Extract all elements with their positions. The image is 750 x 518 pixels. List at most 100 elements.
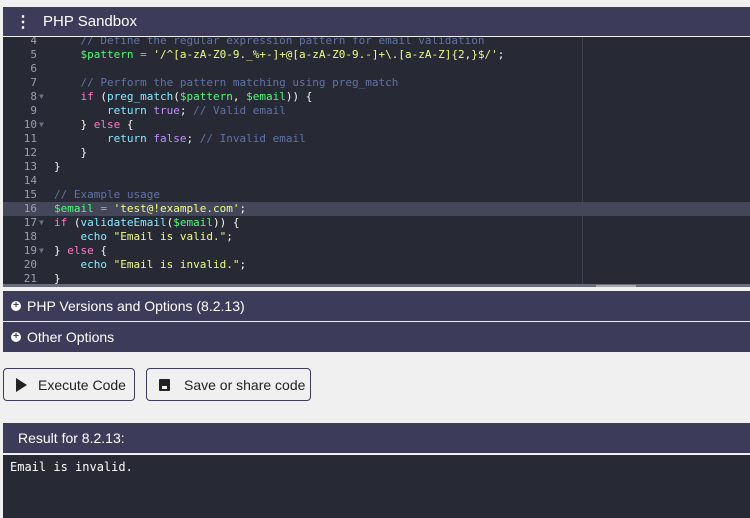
result-title: Result for 8.2.13:: [18, 430, 125, 446]
code-token: return: [106, 104, 147, 117]
code-line[interactable]: 18 echo "Email is valid.";: [3, 230, 750, 244]
code-text: return true; // Valid email: [54, 104, 286, 118]
code-line[interactable]: 8 ▼ if (preg_match($pattern, $email)) {: [3, 90, 750, 104]
code-token: $pattern: [179, 90, 233, 103]
code-token: preg_match: [107, 90, 174, 103]
code-text: } else {: [54, 244, 107, 258]
kebab-menu-icon[interactable]: ⋮: [15, 12, 31, 32]
execute-code-button[interactable]: Execute Code: [3, 368, 135, 401]
code-text: return false; // Invalid email: [54, 132, 306, 146]
code-editor[interactable]: 4 // Define the regular expression patte…: [3, 37, 750, 287]
php-versions-label: PHP Versions and Options (8.2.13): [27, 298, 245, 314]
code-token: )) {: [212, 216, 240, 229]
other-options-label: Other Options: [27, 329, 115, 345]
fold-arrow-icon[interactable]: ▼: [39, 90, 44, 104]
line-number: 9: [30, 104, 37, 117]
line-number: 20: [23, 258, 37, 271]
app-title: PHP Sandbox: [43, 13, 137, 30]
save-share-button[interactable]: Save or share code: [146, 368, 311, 401]
code-token: // Define the regular expression pattern…: [80, 37, 485, 47]
code-token: ;: [239, 202, 247, 215]
floppy-disk-icon: [159, 378, 170, 391]
code-text: // Example usage: [54, 188, 160, 202]
php-versions-toggle[interactable]: + PHP Versions and Options (8.2.13): [3, 291, 750, 321]
fold-arrow-icon[interactable]: ▼: [39, 216, 44, 230]
code-token: }: [54, 146, 88, 159]
code-text: $pattern = '/^[a-zA-Z0-9._%+-]+@[a-zA-Z0…: [54, 48, 505, 62]
play-icon: [16, 377, 27, 392]
code-text: // Define the regular expression pattern…: [54, 37, 485, 48]
code-line[interactable]: 19 ▼ } else {: [3, 244, 750, 258]
code-token: )) {: [285, 90, 313, 103]
code-token: else: [67, 244, 94, 257]
line-number: 16: [23, 202, 37, 215]
code-text: $email = 'test@!example.com';: [54, 202, 246, 216]
scrollbar-thumb[interactable]: [596, 285, 636, 287]
code-token: ;: [226, 230, 233, 243]
code-line[interactable]: 16 $email = 'test@!example.com';: [3, 202, 750, 216]
line-number: 19: [23, 244, 37, 257]
code-token: }: [54, 272, 61, 285]
code-text: echo "Email is invalid.";: [54, 258, 247, 272]
line-number: 21: [23, 272, 37, 285]
code-line[interactable]: 7 // Perform the pattern matching using …: [3, 76, 750, 90]
code-token: =: [140, 48, 147, 61]
code-line[interactable]: 12 }: [3, 146, 750, 160]
code-line[interactable]: 9 return true; // Valid email: [3, 104, 750, 118]
result-output: Email is invalid.: [3, 455, 750, 518]
code-token: ;: [179, 104, 194, 117]
line-number: 7: [30, 76, 37, 89]
code-token: else: [93, 118, 121, 131]
code-line[interactable]: 4 // Define the regular expression patte…: [3, 37, 750, 48]
code-line[interactable]: 20 echo "Email is invalid.";: [3, 258, 750, 272]
code-token: // Valid email: [193, 104, 286, 117]
code-text: // Perform the pattern matching using pr…: [54, 76, 399, 90]
code-text: echo "Email is valid.";: [54, 230, 233, 244]
line-number: 6: [30, 62, 37, 75]
code-line[interactable]: 5 $pattern = '/^[a-zA-Z0-9._%+-]+@[a-zA-…: [3, 48, 750, 62]
fold-arrow-icon[interactable]: ▼: [39, 244, 44, 258]
code-token: {: [93, 244, 107, 257]
code-text: }: [54, 146, 87, 160]
code-token: $pattern: [80, 48, 134, 61]
code-line[interactable]: 11 return false; // Invalid email: [3, 132, 750, 146]
code-line[interactable]: 10 ▼ } else {: [3, 118, 750, 132]
code-token: {: [120, 118, 134, 131]
line-number: 17: [23, 216, 37, 229]
code-line[interactable]: 13}: [3, 160, 750, 174]
code-token: echo: [80, 258, 108, 271]
code-token: false: [153, 132, 187, 145]
code-token: ;: [239, 258, 247, 271]
code-line[interactable]: 6: [3, 62, 750, 76]
code-text: }: [54, 272, 61, 286]
code-line[interactable]: 21}: [3, 272, 750, 286]
code-token: $email: [246, 90, 286, 103]
app-header: ⋮ PHP Sandbox: [3, 7, 750, 36]
line-number: 12: [23, 146, 37, 159]
code-token: validateEmail: [80, 216, 167, 229]
fold-arrow-icon[interactable]: ▼: [39, 118, 44, 132]
code-text: if (preg_match($pattern, $email)) {: [54, 90, 313, 104]
code-token: ;: [186, 132, 200, 145]
code-token: $email: [54, 202, 94, 215]
code-text: if (validateEmail($email)) {: [54, 216, 239, 230]
code-line[interactable]: 15 // Example usage: [3, 188, 750, 202]
plus-circle-icon: +: [11, 332, 21, 342]
code-token: return: [106, 132, 147, 145]
other-options-toggle[interactable]: + Other Options: [3, 322, 750, 352]
code-line[interactable]: 17 ▼ if (validateEmail($email)) {: [3, 216, 750, 230]
code-line[interactable]: 14: [3, 174, 750, 188]
code-token: "Email is valid.": [113, 230, 227, 243]
code-token: if: [54, 216, 68, 229]
code-token: // Invalid email: [199, 132, 306, 145]
line-number: 8: [30, 90, 37, 103]
code-token: // Perform the pattern matching using pr…: [80, 76, 399, 89]
